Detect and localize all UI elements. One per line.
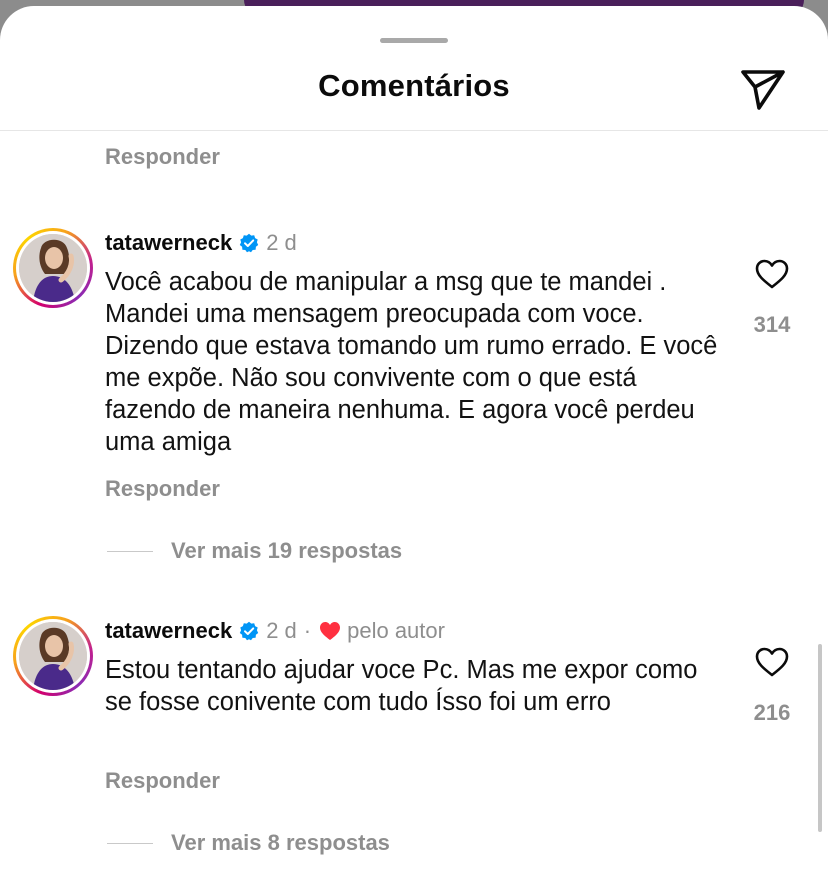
meta-separator: · xyxy=(303,618,312,643)
sheet-title: Comentários xyxy=(318,68,510,103)
verified-badge-icon xyxy=(239,233,259,253)
comment-username[interactable]: tatawerneck xyxy=(105,230,232,256)
header-divider xyxy=(0,130,828,131)
comment-meta: tatawerneck 2 d · pelo autor xyxy=(105,618,445,644)
reply-button[interactable]: Responder xyxy=(105,768,220,794)
paper-plane-icon xyxy=(741,70,785,110)
sheet-drag-handle[interactable] xyxy=(380,38,448,43)
like-count: 216 xyxy=(753,700,791,725)
liked-by-author-label: pelo autor xyxy=(347,618,445,643)
comment-meta: tatawerneck 2 d xyxy=(105,230,297,256)
comment-text: Você acabou de manipular a msg que te ma… xyxy=(105,268,718,456)
reply-button[interactable]: Responder xyxy=(105,476,220,502)
comment-username[interactable]: tatawerneck xyxy=(105,618,232,644)
avatar-photo xyxy=(19,622,87,690)
avatar[interactable] xyxy=(13,616,93,696)
share-button[interactable] xyxy=(737,64,789,116)
view-more-replies[interactable]: Ver mais 19 respostas xyxy=(171,538,402,564)
replies-divider-line xyxy=(107,843,153,844)
avatar[interactable] xyxy=(13,228,93,308)
comment-text: Estou tentando ajudar voce Pc. Mas me ex… xyxy=(105,656,698,716)
like-button[interactable] xyxy=(752,644,792,680)
heart-outline-icon xyxy=(755,647,789,677)
replies-divider-line xyxy=(107,551,153,552)
comments-sheet: Comentários Responder tatawerneck 2 d Vo… xyxy=(0,6,828,890)
verified-badge-icon xyxy=(239,621,259,641)
comment-time: 2 d xyxy=(266,230,297,255)
comment-time: 2 d xyxy=(266,618,297,643)
like-button[interactable] xyxy=(752,256,792,292)
heart-outline-icon xyxy=(755,259,789,289)
avatar-photo xyxy=(19,234,87,302)
reply-button-previous[interactable]: Responder xyxy=(105,144,220,170)
like-count: 314 xyxy=(753,312,791,337)
view-more-replies[interactable]: Ver mais 8 respostas xyxy=(171,830,390,856)
scrollbar[interactable] xyxy=(818,644,822,832)
heart-filled-icon xyxy=(319,621,341,641)
